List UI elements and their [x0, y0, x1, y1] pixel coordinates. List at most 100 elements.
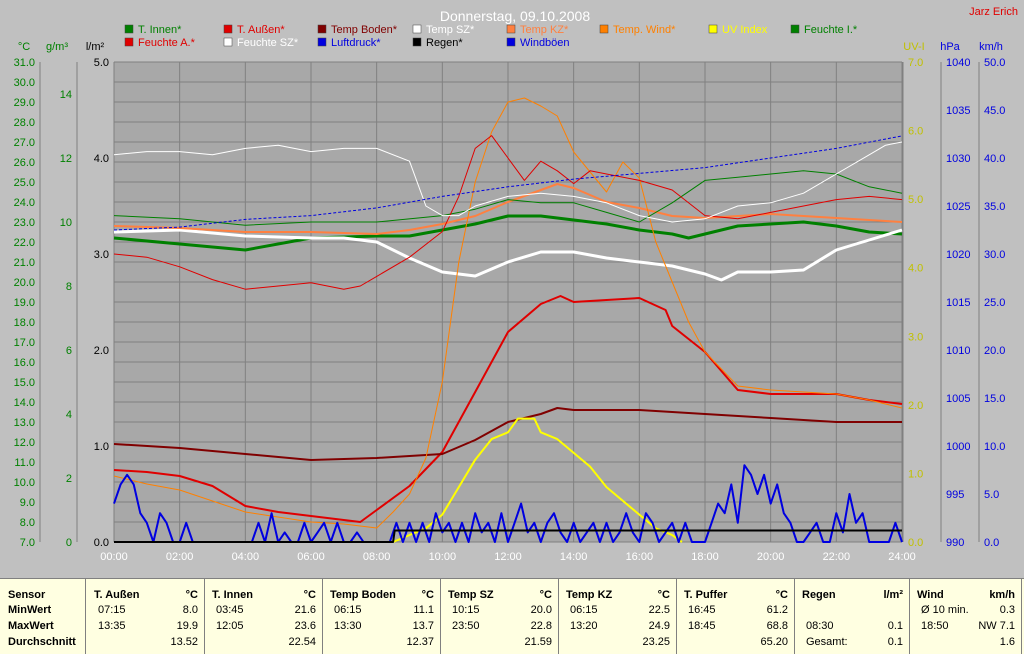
- y-tick-label-uv: 5.0: [908, 194, 923, 206]
- stats-column-wind: Wind km/h Ø 10 min. 0.3 18:50 NW 7.1 1.6: [909, 579, 1022, 654]
- stats-value: 21.59: [524, 636, 552, 648]
- weather-chart: Donnerstag, 09.10.2008 Jarz Erich T. Inn…: [0, 0, 1024, 578]
- y-tick-label-temp: 27.0: [14, 137, 35, 149]
- stats-value: 68.8: [766, 620, 788, 632]
- y-tick-label-rain: 0.0: [94, 537, 109, 549]
- stats-time: 03:45: [216, 604, 244, 616]
- stats-value: 0.1: [887, 636, 903, 648]
- y-tick-label-uv: 3.0: [908, 331, 923, 343]
- legend-swatch: [124, 37, 134, 47]
- y-tick-label-press: 1025: [946, 201, 970, 213]
- x-tick-label: 22:00: [823, 551, 851, 563]
- x-tick-label: 10:00: [429, 551, 457, 563]
- stats-column-title: T. Innen: [212, 589, 253, 601]
- stats-column-unit: °C: [539, 589, 552, 601]
- y-tick-label-temp: 14.0: [14, 397, 35, 409]
- stats-time: 13:30: [334, 620, 362, 632]
- y-tick-label-uv: 7.0: [908, 57, 923, 69]
- y-axis-label-press: hPa: [940, 41, 960, 53]
- stats-time: 16:45: [688, 604, 716, 616]
- stats-time: 10:15: [452, 604, 480, 616]
- stats-column-title: Temp KZ: [566, 589, 613, 601]
- stats-time: Gesamt:: [806, 636, 848, 648]
- stats-column-title: Temp SZ: [448, 589, 494, 601]
- y-tick-label-temp: 19.0: [14, 297, 35, 309]
- y-tick-label-press: 1035: [946, 105, 970, 117]
- y-tick-label-temp: 26.0: [14, 157, 35, 169]
- y-tick-label-temp: 25.0: [14, 177, 35, 189]
- y-tick-label-wind: 0.0: [984, 537, 999, 549]
- y-tick-label-press: 1040: [946, 57, 970, 69]
- stats-column-title: T. Außen: [94, 589, 140, 601]
- y-tick-label-rain: 2.0: [94, 345, 109, 357]
- y-tick-label-temp: 17.0: [14, 337, 35, 349]
- y-tick-label-wind: 40.0: [984, 153, 1005, 165]
- stats-value: 22.8: [530, 620, 552, 632]
- stats-value: 13.7: [412, 620, 434, 632]
- y-tick-label-wind: 45.0: [984, 105, 1005, 117]
- stats-time: 23:50: [452, 620, 480, 632]
- stats-value: 24.9: [648, 620, 670, 632]
- y-tick-label-temp: 12.0: [14, 437, 35, 449]
- y-tick-label-hum: 2: [66, 473, 72, 485]
- stats-time: 12:05: [216, 620, 244, 632]
- stats-label-avg: Durchschnitt: [8, 636, 76, 648]
- legend-swatch: [223, 37, 233, 47]
- y-tick-label-wind: 35.0: [984, 201, 1005, 213]
- stats-value: 0.1: [887, 620, 903, 632]
- stats-column-title: Regen: [802, 589, 836, 601]
- legend-label: Feuchte A.*: [138, 37, 196, 49]
- y-tick-label-hum: 14: [60, 89, 72, 101]
- stats-time: 13:20: [570, 620, 598, 632]
- y-axis-label-hum: g/m³: [46, 41, 68, 53]
- y-tick-label-wind: 15.0: [984, 393, 1005, 405]
- stats-value: 23.25: [642, 636, 670, 648]
- x-tick-label: 02:00: [166, 551, 194, 563]
- stats-column-title: Wind: [917, 589, 944, 601]
- stats-value: 23.6: [294, 620, 316, 632]
- x-tick-label: 16:00: [626, 551, 654, 563]
- y-tick-label-uv: 2.0: [908, 400, 923, 412]
- legend-swatch: [599, 24, 609, 34]
- y-tick-label-uv: 0.0: [908, 537, 923, 549]
- y-tick-label-wind: 25.0: [984, 297, 1005, 309]
- x-tick-label: 24:00: [888, 551, 916, 563]
- legend-label: Windböen: [520, 37, 570, 49]
- x-tick-label: 20:00: [757, 551, 785, 563]
- y-tick-label-wind: 30.0: [984, 249, 1005, 261]
- stats-sensor-column: Sensor MinWert MaxWert Durchschnitt: [0, 579, 86, 654]
- stats-column-unit: °C: [657, 589, 670, 601]
- stats-time: 13:35: [98, 620, 126, 632]
- stats-column-unit: km/h: [989, 589, 1015, 601]
- y-tick-label-temp: 20.0: [14, 277, 35, 289]
- legend-label: Temp. Wind*: [613, 24, 676, 36]
- y-tick-label-press: 995: [946, 489, 964, 501]
- y-tick-label-temp: 9.0: [20, 497, 35, 509]
- y-tick-label-hum: 12: [60, 153, 72, 165]
- y-tick-label-press: 1020: [946, 249, 970, 261]
- y-tick-label-temp: 21.0: [14, 257, 35, 269]
- y-tick-label-temp: 29.0: [14, 97, 35, 109]
- stats-column-temp-sz: Temp SZ °C 10:15 20.0 23:50 22.8 21.59: [440, 579, 559, 654]
- legend-label: T. Außen*: [237, 24, 285, 36]
- legend-swatch: [506, 24, 516, 34]
- legend-swatch: [317, 37, 327, 47]
- x-tick-label: 06:00: [297, 551, 325, 563]
- legend-swatch: [124, 24, 134, 34]
- stats-value: 13.52: [170, 636, 198, 648]
- stats-column-unit: l/m²: [883, 589, 903, 601]
- y-tick-label-temp: 16.0: [14, 357, 35, 369]
- stats-time: 07:15: [98, 604, 126, 616]
- stats-time: 08:30: [806, 620, 834, 632]
- y-tick-label-hum: 0: [66, 537, 72, 549]
- legend-swatch: [223, 24, 233, 34]
- y-tick-label-temp: 7.0: [20, 537, 35, 549]
- y-tick-label-uv: 6.0: [908, 126, 923, 138]
- legend-swatch: [412, 37, 422, 47]
- stats-label-max: MaxWert: [8, 620, 54, 632]
- y-tick-label-rain: 3.0: [94, 249, 109, 261]
- legend-label: Regen*: [426, 37, 463, 49]
- y-tick-label-temp: 13.0: [14, 417, 35, 429]
- y-axis-label-wind: km/h: [979, 41, 1003, 53]
- y-tick-label-temp: 22.0: [14, 237, 35, 249]
